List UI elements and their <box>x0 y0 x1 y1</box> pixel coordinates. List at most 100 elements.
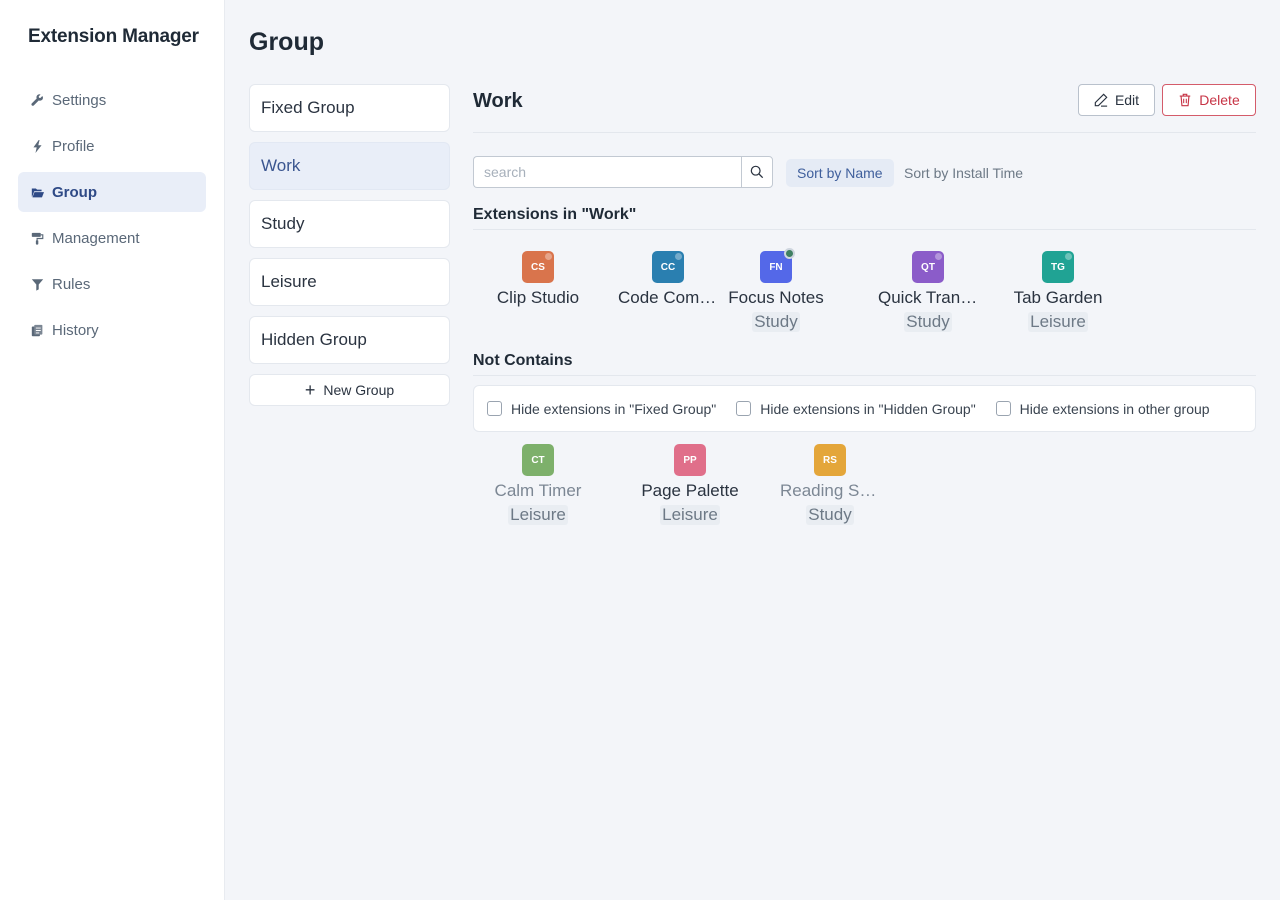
sidebar-item-label: Group <box>52 183 97 201</box>
extension-card[interactable]: RS Reading Shelf Study <box>765 444 895 525</box>
bolt-icon <box>30 139 44 153</box>
checkbox-label: Hide extensions in "Fixed Group" <box>511 400 717 417</box>
paint-roller-icon <box>30 231 44 245</box>
sidebar-item-label: Settings <box>52 91 107 109</box>
new-group-label: New Group <box>323 382 395 398</box>
hide-other-group-checkbox[interactable]: Hide extensions in other group <box>995 400 1210 417</box>
extension-name: Reading Shelf <box>780 481 880 500</box>
sidebar-item-group[interactable]: Group <box>18 172 206 212</box>
detail-toolbar: Sort by Name Sort by Install Time <box>473 156 1256 189</box>
search-icon <box>750 165 764 179</box>
sidebar-item-rules[interactable]: Rules <box>18 264 206 304</box>
edit-button[interactable]: Edit <box>1078 84 1155 116</box>
extension-initials: CT <box>531 454 545 466</box>
extension-name: Quick Translate <box>878 288 978 307</box>
status-dot <box>935 253 942 260</box>
status-dot <box>545 253 552 260</box>
search-input[interactable] <box>473 156 742 188</box>
group-title: Work <box>473 90 523 112</box>
checkbox-box[interactable] <box>995 401 1011 416</box>
detail-header: Work Edit Delete <box>473 84 1256 133</box>
extension-name: Code Comments <box>618 288 718 307</box>
extension-icon: CS <box>522 251 554 283</box>
sidebar: Extension Manager Settings Profile Group… <box>0 0 225 900</box>
hide-fixed-group-checkbox[interactable]: Hide extensions in "Fixed Group" <box>487 401 716 417</box>
checkbox-label: Hide extensions in other group <box>1019 400 1210 417</box>
edit-label: Edit <box>1114 92 1140 108</box>
extension-card[interactable]: CT Calm Timer Leisure <box>473 444 603 525</box>
sidebar-nav: Settings Profile Group Management Rules … <box>18 80 206 356</box>
delete-button[interactable]: Delete <box>1162 84 1256 116</box>
sidebar-item-history[interactable]: History <box>18 310 206 350</box>
group-item-leisure[interactable]: Leisure <box>249 258 450 306</box>
history-icon <box>30 323 44 337</box>
extensions-in-group-title: Extensions in "Work" <box>473 206 1256 230</box>
not-contains-title: Not Contains <box>473 352 1256 376</box>
extension-group-tag: Leisure <box>508 505 568 525</box>
extension-group-tag: Leisure <box>660 505 720 525</box>
extension-card[interactable]: TG Tab Garden Leisure <box>993 251 1123 332</box>
sidebar-item-settings[interactable]: Settings <box>18 80 206 120</box>
extension-icon: RS <box>814 444 846 476</box>
checkbox-box[interactable] <box>487 401 502 416</box>
sidebar-item-label: History <box>52 321 99 339</box>
extension-card[interactable]: PP Page Palette Leisure <box>625 444 755 525</box>
extension-icon: CC <box>652 251 684 283</box>
delete-label: Delete <box>1199 92 1240 108</box>
extension-initials: PP <box>683 454 697 466</box>
extension-group-tag: Study <box>752 312 800 332</box>
app-title: Extension Manager <box>28 26 199 47</box>
sidebar-item-management[interactable]: Management <box>18 218 206 258</box>
sort-by-name-button[interactable]: Sort by Name <box>786 159 894 187</box>
group-detail: Work Edit Delete Sort by Name Sort by In… <box>473 84 1256 525</box>
folder-open-icon <box>30 185 44 199</box>
enabled-status-dot <box>784 248 795 259</box>
extension-name: Focus Notes <box>728 288 824 307</box>
sidebar-item-label: Rules <box>52 275 91 293</box>
wrench-icon <box>30 93 44 107</box>
extension-icon: PP <box>674 444 706 476</box>
group-item-work[interactable]: Work <box>249 142 450 190</box>
sidebar-item-profile[interactable]: Profile <box>18 126 206 166</box>
group-item-study[interactable]: Study <box>249 200 450 248</box>
extension-name: Clip Studio <box>496 288 580 307</box>
extension-initials: CS <box>531 261 545 273</box>
new-group-button[interactable]: + New Group <box>249 374 450 406</box>
group-item-fixed[interactable]: Fixed Group <box>249 84 450 132</box>
extension-icon: CT <box>522 444 554 476</box>
extension-initials: QT <box>921 261 935 273</box>
extension-group-tag: Study <box>904 312 952 332</box>
sort-by-install-time-button[interactable]: Sort by Install Time <box>893 159 1034 187</box>
search-button[interactable] <box>741 156 773 188</box>
extension-card[interactable]: FN Focus Notes Study <box>711 248 841 332</box>
plus-icon: + <box>304 380 316 400</box>
extension-card[interactable]: QT Quick Translate Study <box>863 251 993 332</box>
extension-initials: RS <box>823 454 837 466</box>
extension-group-tag: Study <box>806 505 854 525</box>
extension-icon: QT <box>912 251 944 283</box>
trash-icon <box>1180 93 1191 107</box>
sidebar-item-label: Profile <box>52 137 95 155</box>
group-item-hidden[interactable]: Hidden Group <box>249 316 450 364</box>
status-dot <box>675 253 682 260</box>
extension-initials: TG <box>1051 261 1065 273</box>
hide-hidden-group-checkbox[interactable]: Hide extensions in "Hidden Group" <box>736 400 976 417</box>
funnel-icon <box>30 277 44 291</box>
checkbox-box[interactable] <box>736 401 752 416</box>
extension-name: Tab Garden <box>1013 288 1103 307</box>
extension-group-tag: Leisure <box>1028 312 1088 332</box>
group-list: Fixed Group Work Study Leisure Hidden Gr… <box>249 84 450 406</box>
sidebar-item-label: Management <box>52 229 140 247</box>
extension-initials: FN <box>769 261 783 273</box>
extension-card[interactable]: CS Clip Studio <box>473 251 603 308</box>
extension-name: Calm Timer <box>494 481 582 500</box>
status-dot <box>1065 253 1072 260</box>
extension-icon: TG <box>1042 251 1074 283</box>
filter-options: Hide extensions in "Fixed Group" Hide ex… <box>473 385 1256 432</box>
checkbox-label: Hide extensions in "Hidden Group" <box>760 400 976 417</box>
extension-name: Page Palette <box>641 481 739 500</box>
extension-initials: CC <box>660 261 676 273</box>
page-title: Group <box>249 28 324 56</box>
pencil-icon <box>1094 93 1108 107</box>
extension-icon: FN <box>760 248 795 283</box>
